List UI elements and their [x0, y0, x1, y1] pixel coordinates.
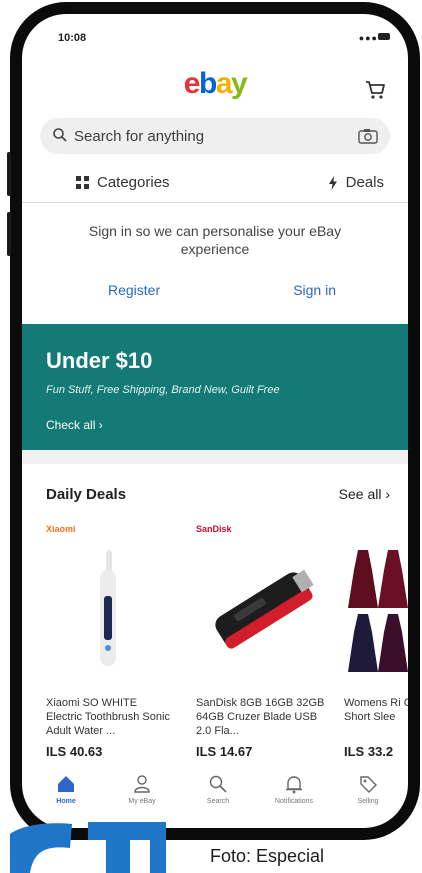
promo-check-all-link[interactable]: Check all ›	[46, 418, 103, 432]
deals-label: Deals	[345, 174, 384, 191]
product-title: Xiaomi SO WHITE Electric Toothbrush Soni…	[46, 697, 170, 737]
promo-subtitle: Fun Stuff, Free Shipping, Brand New, Gui…	[46, 384, 280, 396]
publisher-logo-fragment	[10, 822, 166, 873]
promo-banner[interactable]: Under $10 Fun Stuff, Free Shipping, Bran…	[22, 324, 408, 450]
tab-search[interactable]: Search	[186, 774, 250, 805]
bottom-tab-bar: Home My eBay Search Notifications Sellin…	[22, 774, 408, 828]
logo-letter: e	[183, 67, 201, 100]
signal-icon: ●●●	[358, 33, 378, 43]
product-title: Womens Ri Casual Poli Short Slee	[344, 697, 408, 723]
camera-icon[interactable]	[358, 128, 378, 144]
brand-label: Xiaomi	[46, 524, 76, 534]
phone-frame: 10:08 ●●● ebay Search for anything Categ…	[7, 2, 420, 840]
deals-button[interactable]: Deals	[328, 174, 384, 191]
logo-letter: y	[231, 67, 248, 100]
categories-label: Categories	[97, 174, 170, 191]
tab-selling[interactable]: Selling	[336, 774, 400, 805]
product-price: ILS 40.63	[46, 744, 103, 759]
search-icon	[209, 775, 227, 793]
bell-icon	[286, 776, 302, 794]
product-price: ILS 14.67	[196, 744, 253, 759]
cart-icon[interactable]	[364, 78, 386, 100]
status-bar: 10:08 ●●●	[22, 14, 408, 58]
brand-label: SanDisk	[196, 524, 232, 534]
product-image-dresses	[348, 550, 408, 672]
promo-title: Under $10	[46, 348, 153, 373]
person-icon	[134, 775, 150, 793]
daily-deals-title: Daily Deals	[46, 486, 127, 503]
tab-my-ebay[interactable]: My eBay	[110, 774, 174, 805]
section-divider	[22, 450, 408, 464]
home-icon	[58, 776, 74, 792]
search-input[interactable]: Search for anything	[74, 128, 204, 145]
category-bar: Categories Deals	[22, 166, 408, 203]
tab-label: Notifications	[274, 798, 314, 805]
categories-button[interactable]: Categories	[76, 174, 170, 191]
tab-label: Selling	[357, 798, 379, 805]
search-bar[interactable]: Search for anything	[40, 118, 390, 154]
tab-label: Search	[206, 798, 230, 805]
see-all-link[interactable]: See all ›	[339, 486, 390, 502]
product-image-usb-drive	[215, 569, 314, 649]
product-title: SanDisk 8GB 16GB 32GB 64GB Cruzer Blade …	[196, 697, 325, 737]
volume-button	[7, 152, 11, 196]
grid-icon	[76, 176, 89, 189]
tab-notifications[interactable]: Notifications	[262, 774, 326, 805]
logo-letter: a	[215, 67, 233, 100]
status-time: 10:08	[58, 32, 87, 44]
battery-icon	[378, 33, 390, 40]
photo-credit: Foto: Especial	[210, 846, 325, 866]
logo-letter: b	[198, 67, 217, 100]
sign-in-link[interactable]: Sign in	[293, 282, 336, 298]
search-icon	[53, 128, 67, 142]
register-link[interactable]: Register	[108, 282, 160, 298]
tab-label: My eBay	[128, 798, 156, 805]
lightning-icon	[328, 175, 337, 190]
ebay-logo[interactable]: ebay	[22, 66, 408, 102]
tag-icon	[360, 776, 377, 793]
product-image-toothbrush	[100, 550, 116, 666]
product-price: ILS 33.2	[344, 744, 394, 759]
signin-message: Sign in so we can personalise your eBay …	[88, 223, 342, 257]
screen: 10:08 ●●● ebay Search for anything Categ…	[22, 14, 408, 828]
tab-label: Home	[56, 798, 76, 805]
tab-home[interactable]: Home	[34, 774, 98, 805]
volume-button	[7, 212, 11, 256]
